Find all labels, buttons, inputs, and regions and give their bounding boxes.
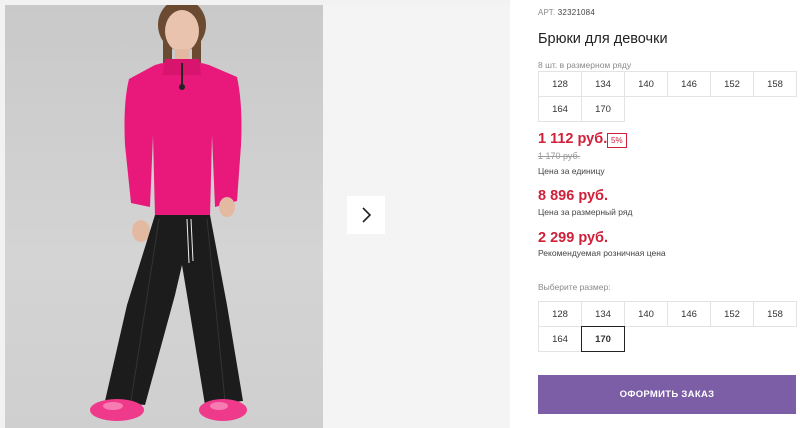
choose-size-label: Выберите размер: bbox=[538, 282, 611, 292]
size-option[interactable]: 152 bbox=[710, 301, 754, 327]
size-row-note: 8 шт. в размерном ряду bbox=[538, 60, 632, 70]
size-option[interactable]: 140 bbox=[624, 301, 668, 327]
size-option[interactable]: 146 bbox=[667, 301, 711, 327]
article-label: АРТ. bbox=[538, 8, 556, 17]
size-row-cell: 158 bbox=[753, 71, 797, 97]
product-title: Брюки для девочки bbox=[538, 31, 668, 47]
size-row-cell: 164 bbox=[538, 96, 582, 122]
size-row-price-caption: Цена за размерный ряд bbox=[538, 207, 633, 217]
article-value: 32321084 bbox=[557, 8, 595, 17]
retail-price: 2 299 руб. bbox=[538, 230, 609, 246]
chevron-right-icon bbox=[362, 207, 372, 223]
size-option-selected[interactable]: 170 bbox=[581, 326, 625, 352]
size-row-price: 8 896 руб. bbox=[538, 188, 609, 204]
size-row-cell: 134 bbox=[581, 71, 625, 97]
place-order-button[interactable]: ОФОРМИТЬ ЗАКАЗ bbox=[538, 375, 796, 414]
unit-price-caption: Цена за единицу bbox=[538, 166, 605, 176]
size-selector: 128 134 140 146 152 158 164 170 bbox=[538, 301, 797, 352]
article-number: АРТ. 32321084 bbox=[538, 8, 595, 17]
size-row-grid: 128 134 140 146 152 158 164 170 bbox=[538, 71, 797, 122]
size-option[interactable]: 164 bbox=[538, 326, 582, 352]
size-option[interactable]: 128 bbox=[538, 301, 582, 327]
retail-price-caption: Рекомендуемая розничная цена bbox=[538, 248, 666, 258]
size-row-cell: 152 bbox=[710, 71, 754, 97]
size-row-cell: 140 bbox=[624, 71, 668, 97]
old-price: 1 170 руб. bbox=[538, 151, 581, 161]
gallery-next-button[interactable] bbox=[347, 196, 385, 234]
girl-in-pink-sweater-image bbox=[90, 5, 247, 421]
size-option[interactable]: 158 bbox=[753, 301, 797, 327]
size-row-cell: 170 bbox=[581, 96, 625, 122]
discount-badge: 5% bbox=[607, 133, 627, 148]
size-option[interactable]: 134 bbox=[581, 301, 625, 327]
product-page: АРТ. 32321084 Брюки для девочки 8 шт. в … bbox=[0, 0, 800, 428]
unit-price: 1 112 руб. bbox=[538, 131, 608, 147]
product-gallery bbox=[0, 0, 510, 428]
size-row-cell: 128 bbox=[538, 71, 582, 97]
size-row-cell: 146 bbox=[667, 71, 711, 97]
product-photo[interactable] bbox=[5, 5, 323, 428]
